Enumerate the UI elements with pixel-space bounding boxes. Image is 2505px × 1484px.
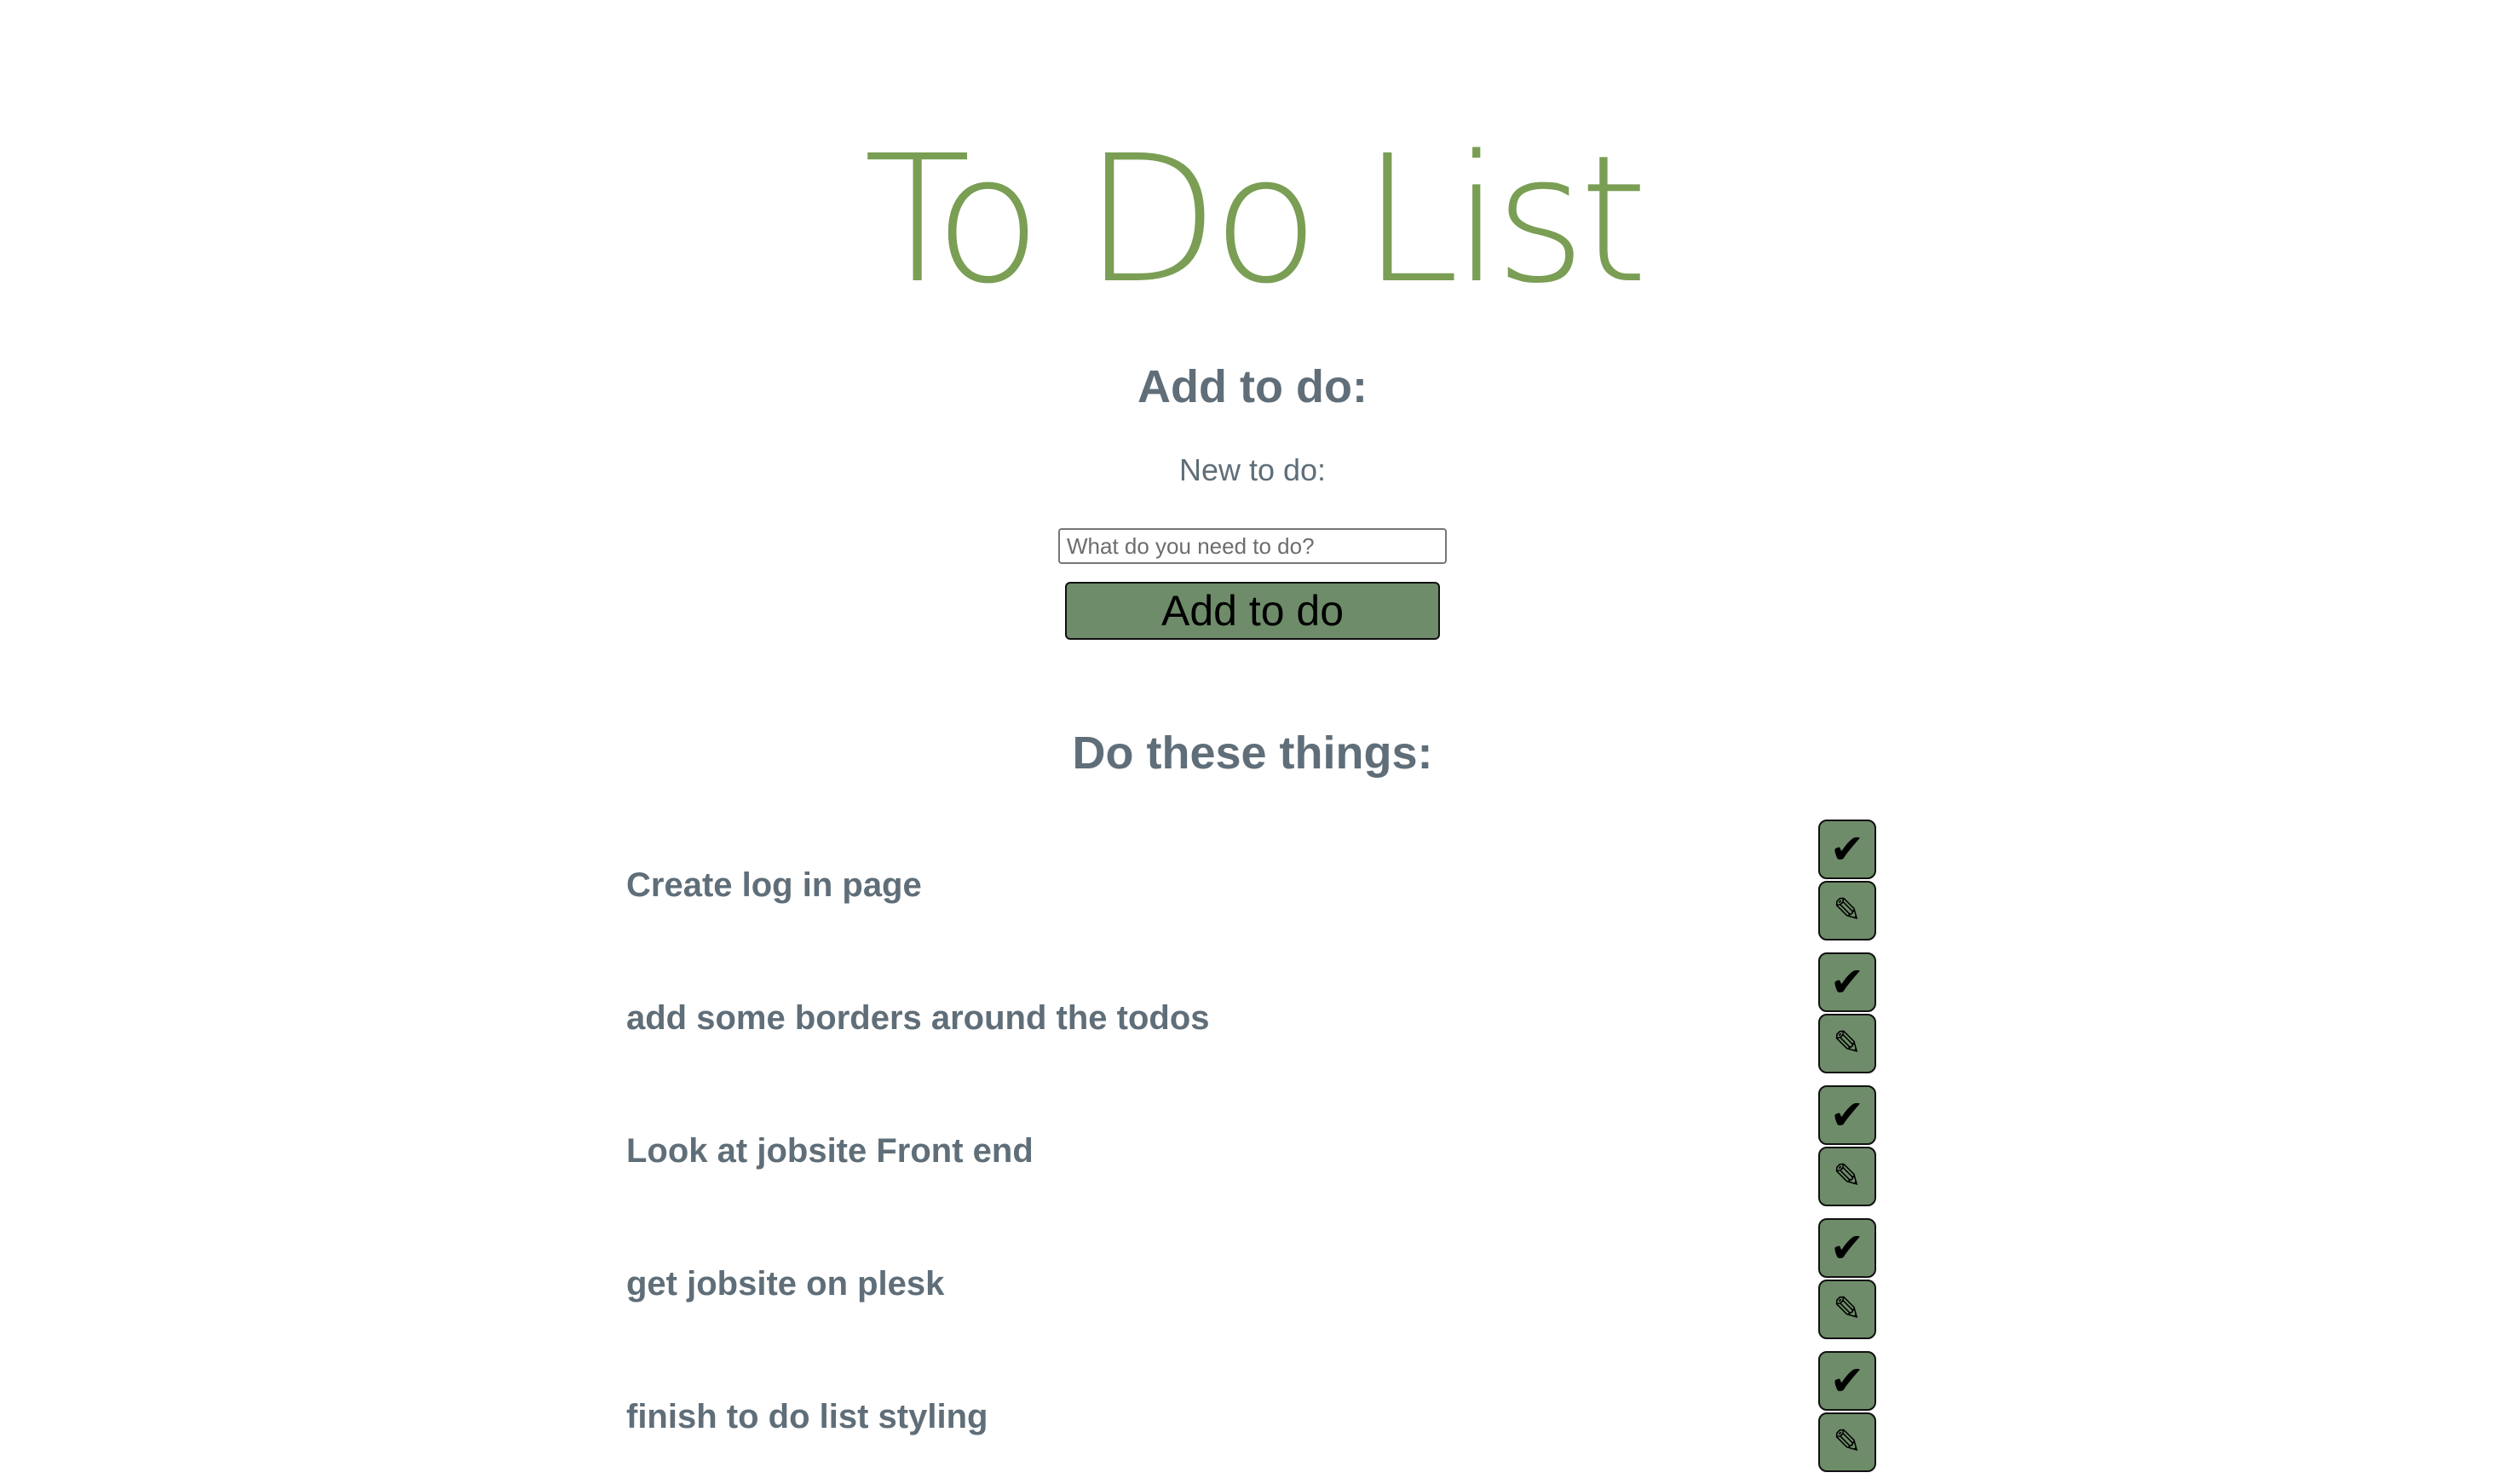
- check-icon: ✔: [1829, 1091, 1865, 1139]
- todo-item: Look at jobsite Front end ✔ ✎: [0, 1085, 2505, 1218]
- pencil-icon: ✎: [1833, 1024, 1862, 1063]
- todo-item: Create log in page ✔ ✎: [0, 820, 2505, 952]
- edit-todo-button[interactable]: ✎: [1818, 1412, 1876, 1472]
- complete-todo-button[interactable]: ✔: [1818, 952, 1876, 1012]
- complete-todo-button[interactable]: ✔: [1818, 1351, 1876, 1411]
- edit-todo-button[interactable]: ✎: [1818, 1014, 1876, 1073]
- add-todo-button[interactable]: Add to do: [1065, 582, 1440, 640]
- complete-todo-button[interactable]: ✔: [1818, 1085, 1876, 1145]
- check-icon: ✔: [1829, 1224, 1865, 1272]
- check-icon: ✔: [1829, 958, 1865, 1006]
- todo-item: get jobsite on plesk ✔ ✎: [0, 1218, 2505, 1351]
- todo-item-text: Look at jobsite Front end: [626, 1132, 1034, 1170]
- todo-app: To Do List Add to do: New to do: Add to …: [0, 0, 2505, 1472]
- pencil-icon: ✎: [1833, 1157, 1862, 1196]
- todo-list-heading: Do these things:: [1072, 728, 1433, 779]
- new-todo-input[interactable]: [1058, 528, 1447, 564]
- todo-item-text: add some borders around the todos: [626, 999, 1210, 1037]
- complete-todo-button[interactable]: ✔: [1818, 1218, 1876, 1278]
- todo-item-text: get jobsite on plesk: [626, 1265, 945, 1303]
- complete-todo-button[interactable]: ✔: [1818, 820, 1876, 879]
- edit-todo-button[interactable]: ✎: [1818, 1280, 1876, 1339]
- pencil-icon: ✎: [1833, 1290, 1862, 1329]
- todo-item: finish to do list styling ✔ ✎: [0, 1351, 2505, 1484]
- add-todo-heading: Add to do:: [1137, 361, 1368, 412]
- check-icon: ✔: [1829, 825, 1865, 873]
- check-icon: ✔: [1829, 1357, 1865, 1405]
- edit-todo-button[interactable]: ✎: [1818, 1147, 1876, 1206]
- page-title: To Do List: [863, 118, 1649, 322]
- edit-todo-button[interactable]: ✎: [1818, 881, 1876, 940]
- pencil-icon: ✎: [1833, 891, 1862, 930]
- pencil-icon: ✎: [1833, 1423, 1862, 1462]
- todo-item-text: finish to do list styling: [626, 1398, 988, 1435]
- todo-item: add some borders around the todos ✔ ✎: [0, 952, 2505, 1085]
- todo-item-text: Create log in page: [626, 866, 922, 904]
- new-todo-label: New to do:: [1178, 452, 1327, 487]
